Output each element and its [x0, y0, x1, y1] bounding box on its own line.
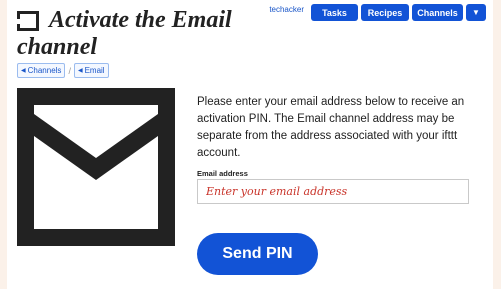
breadcrumb: ◀ Channels / ◀ Email: [17, 63, 109, 78]
nav-tasks-button[interactable]: Tasks: [311, 4, 358, 21]
back-arrow-icon: ◀: [77, 68, 83, 74]
email-channel-icon: [17, 11, 39, 31]
nav-recipes-button[interactable]: Recipes: [361, 4, 409, 21]
back-arrow-icon: ◀: [21, 68, 26, 74]
nav-dropdown-button[interactable]: ▼: [466, 4, 486, 21]
page-title: Activate the Email channel: [17, 7, 289, 61]
breadcrumb-email[interactable]: ◀ Email: [73, 63, 109, 78]
envelope-icon: [17, 88, 175, 246]
instructions-text: Please enter your email address below to…: [197, 96, 465, 159]
user-link[interactable]: techacker: [269, 5, 304, 14]
page-title-line2: channel: [17, 34, 98, 60]
breadcrumb-separator: /: [68, 65, 71, 76]
page-title-line1: Activate the Email: [49, 7, 232, 33]
breadcrumb-email-label: Email: [84, 66, 105, 75]
email-field[interactable]: [197, 179, 469, 204]
breadcrumb-channels-label: Channels: [27, 66, 62, 75]
send-pin-button[interactable]: Send PIN: [197, 233, 318, 275]
nav-channels-button[interactable]: Channels: [412, 4, 463, 21]
page: Activate the Email channel ◀ Channels / …: [7, 0, 493, 289]
caret-down-icon: ▼: [472, 8, 480, 17]
breadcrumb-channels[interactable]: ◀ Channels: [17, 63, 66, 78]
email-field-label: Email address: [197, 169, 248, 178]
top-navigation: techacker Tasks Recipes Channels ▼: [269, 4, 486, 21]
